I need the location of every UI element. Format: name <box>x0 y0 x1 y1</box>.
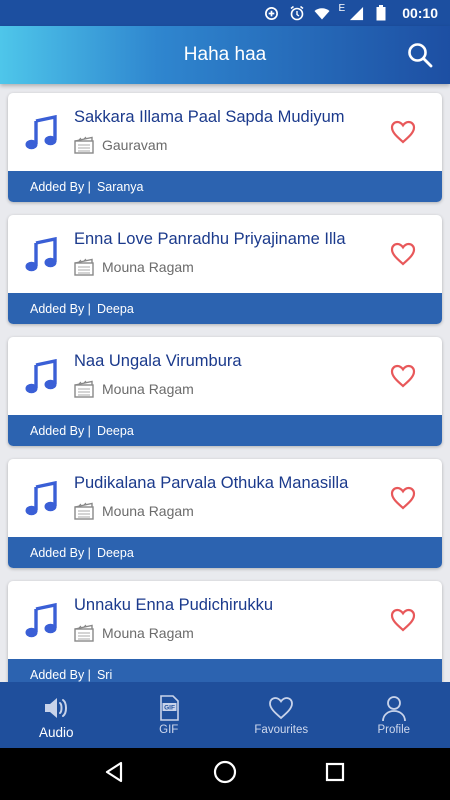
added-by-label: Added By | <box>30 545 91 560</box>
added-by-bar: Added By | Deepa <box>8 415 442 446</box>
music-note-icon <box>25 237 57 272</box>
alarm-icon <box>289 5 305 21</box>
movie-name: Mouna Ragam <box>102 381 194 397</box>
battery-icon <box>373 5 389 21</box>
system-navigation-bar <box>0 748 450 800</box>
clapperboard-icon <box>74 136 94 154</box>
added-by-name: Deepa <box>96 545 134 560</box>
song-list[interactable]: Sakkara Illama Paal Sapda Mudiyum Gaurav… <box>0 84 450 682</box>
search-icon <box>408 43 433 68</box>
cell-signal-icon <box>348 5 364 21</box>
movie-name: Mouna Ragam <box>102 503 194 519</box>
movie-name: Mouna Ragam <box>102 259 194 275</box>
clapperboard-icon <box>74 258 94 276</box>
recents-button[interactable] <box>323 760 347 789</box>
wifi-icon <box>314 5 330 21</box>
song-title: Pudikalana Parvala Othuka Manasilla <box>74 474 349 492</box>
person-icon <box>381 696 406 722</box>
page-title: Haha haa <box>183 44 267 65</box>
song-title: Unnaku Enna Pudichirukku <box>74 596 274 614</box>
song-title: Naa Ungala Virumbura <box>74 352 242 370</box>
nav-profile-label: Profile <box>377 724 411 736</box>
song-card[interactable]: Pudikalana Parvala Othuka Manasilla Moun… <box>8 459 442 568</box>
music-note-icon <box>25 603 57 638</box>
song-title: Enna Love Panradhu Priyajiname Illa <box>74 230 346 248</box>
back-button[interactable] <box>103 760 127 789</box>
song-card[interactable]: Unnaku Enna Pudichirukku Mouna Ragam Add… <box>8 581 442 682</box>
back-triangle-icon <box>105 761 123 782</box>
movie-row: Mouna Ragam <box>74 257 194 277</box>
nav-audio[interactable]: Audio <box>0 682 113 748</box>
nav-favourites[interactable]: Favourites <box>225 682 338 748</box>
added-by-label: Added By | <box>30 179 91 194</box>
heart-outline-icon <box>390 242 416 266</box>
movie-name: Mouna Ragam <box>102 625 194 641</box>
added-by-name: Deepa <box>96 423 134 438</box>
data-saver-icon <box>264 5 280 21</box>
added-by-label: Added By | <box>30 667 91 682</box>
song-card[interactable]: Naa Ungala Virumbura Mouna Ragam Added B… <box>8 337 442 446</box>
added-by-bar: Added By | Deepa <box>8 537 442 568</box>
song-card[interactable]: Sakkara Illama Paal Sapda Mudiyum Gaurav… <box>8 93 442 202</box>
home-button[interactable] <box>213 760 237 789</box>
favourite-button[interactable] <box>390 120 416 144</box>
added-by-name: Saranya <box>96 179 144 194</box>
favourite-button[interactable] <box>390 364 416 388</box>
gif-file-icon: GIF <box>159 695 179 721</box>
speaker-icon <box>45 698 68 718</box>
clapperboard-icon <box>74 502 94 520</box>
favourite-button[interactable] <box>390 242 416 266</box>
bottom-navigation: Audio GIF GIF Favourites Profile <box>0 682 450 748</box>
favourite-button[interactable] <box>390 486 416 510</box>
heart-outline-icon <box>269 697 294 720</box>
music-note-icon <box>25 115 57 150</box>
heart-outline-icon <box>390 120 416 144</box>
added-by-name: Sri <box>96 667 113 682</box>
clock-time: 00:10 <box>402 5 438 21</box>
nav-profile[interactable]: Profile <box>338 682 450 748</box>
movie-row: Mouna Ragam <box>74 379 194 399</box>
added-by-bar: Added By | Sri <box>8 659 442 682</box>
recents-square-icon <box>325 762 345 781</box>
heart-outline-icon <box>390 364 416 388</box>
added-by-label: Added By | <box>30 423 91 438</box>
music-note-icon <box>25 481 57 516</box>
added-by-bar: Added By | Saranya <box>8 171 442 202</box>
song-card[interactable]: Enna Love Panradhu Priyajiname Illa Moun… <box>8 215 442 324</box>
movie-name: Gauravam <box>102 137 168 153</box>
heart-outline-icon <box>390 486 416 510</box>
heart-outline-icon <box>390 608 416 632</box>
movie-row: Mouna Ragam <box>74 501 194 521</box>
nav-audio-label: Audio <box>38 725 74 740</box>
added-by-bar: Added By | Deepa <box>8 293 442 324</box>
movie-row: Gauravam <box>74 135 167 155</box>
svg-text:GIF: GIF <box>164 705 175 712</box>
network-type-label: E <box>338 3 346 14</box>
nav-gif-label: GIF <box>159 724 179 736</box>
clapperboard-icon <box>74 380 94 398</box>
added-by-label: Added By | <box>30 301 91 316</box>
app-bar: Haha haa <box>0 26 450 84</box>
nav-favourites-label: Favourites <box>254 724 309 736</box>
clapperboard-icon <box>74 624 94 642</box>
favourite-button[interactable] <box>390 608 416 632</box>
home-circle-icon <box>213 760 237 783</box>
status-bar: E 00:10 <box>0 0 450 26</box>
movie-row: Mouna Ragam <box>74 623 194 643</box>
nav-gif[interactable]: GIF GIF <box>113 682 226 748</box>
music-note-icon <box>25 359 57 394</box>
song-title: Sakkara Illama Paal Sapda Mudiyum <box>74 108 345 126</box>
added-by-name: Deepa <box>96 301 134 316</box>
search-button[interactable] <box>406 41 434 69</box>
